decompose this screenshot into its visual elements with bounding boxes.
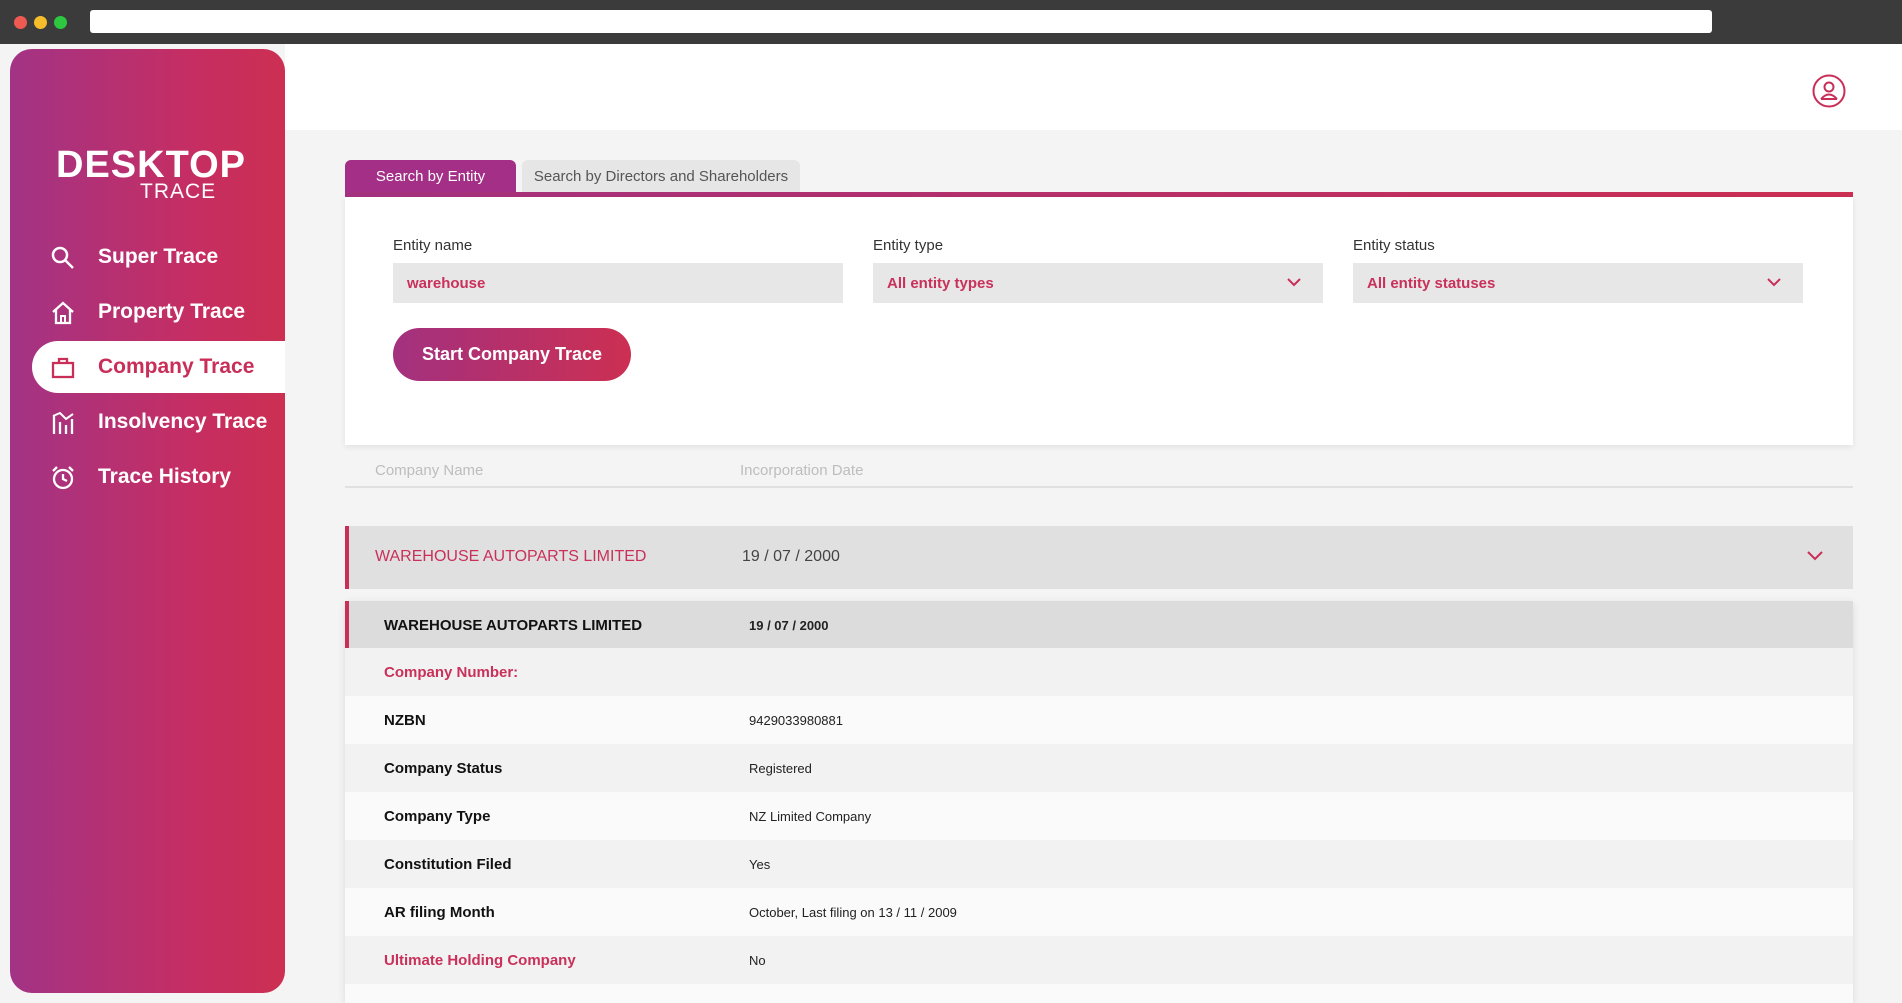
search-icon	[51, 246, 74, 269]
desktop-trace-logo[interactable]: DESKTOP TRACE	[56, 144, 246, 206]
sidebar: DESKTOP TRACE	[10, 49, 285, 993]
entity-name-input[interactable]: warehouse	[393, 263, 843, 303]
sidebar-item-label: Property Trace	[98, 300, 246, 323]
search-form-card: Entity name warehouse Entity type All en…	[345, 197, 1853, 445]
entity-status-label: Entity status	[1353, 237, 1435, 254]
detail-key: Ultimate Holding Company	[384, 952, 576, 969]
entity-status-select[interactable]: All entity statuses	[1353, 263, 1803, 303]
sidebar-item-label: Insolvency Trace	[98, 410, 268, 433]
browser-chrome	[0, 0, 1902, 44]
top-bar	[285, 44, 1902, 130]
detail-row-company-type: Company Type NZ Limited Company	[345, 792, 1853, 840]
tab-search-by-entity[interactable]: Search by Entity	[345, 160, 516, 192]
detail-row-empty	[345, 984, 1853, 1003]
close-window-dot[interactable]	[14, 16, 27, 29]
detail-header-row: WAREHOUSE AUTOPARTS LIMITED 19 / 07 / 20…	[345, 601, 1853, 648]
sidebar-item-label: Super Trace	[98, 245, 219, 268]
detail-row-ultimate-holding-company: Ultimate Holding Company No	[345, 936, 1853, 984]
detail-key: Company Status	[384, 760, 503, 777]
detail-key: AR filing Month	[384, 904, 495, 921]
entity-name-label: Entity name	[393, 237, 473, 254]
header-divider	[345, 486, 1853, 488]
detail-row-constitution-filed: Constitution Filed Yes	[345, 840, 1853, 888]
tab-label: Search by Entity	[375, 168, 486, 185]
detail-row-company-status: Company Status Registered	[345, 744, 1853, 792]
sidebar-item-property-trace[interactable]: Property Trace	[32, 286, 285, 338]
detail-value: Yes	[749, 857, 771, 872]
detail-value: 9429033980881	[749, 713, 843, 728]
sidebar-item-label: Company Trace	[98, 355, 255, 378]
address-bar[interactable]	[90, 10, 1712, 33]
chevron-down-icon	[1767, 278, 1781, 287]
tab-search-by-directors[interactable]: Search by Directors and Shareholders	[522, 160, 800, 192]
minimize-window-dot[interactable]	[34, 16, 47, 29]
sidebar-item-insolvency-trace[interactable]: Insolvency Trace	[32, 396, 285, 448]
entity-type-label: Entity type	[873, 237, 944, 254]
detail-row-nzbn: NZBN 9429033980881	[345, 696, 1853, 744]
home-icon	[52, 301, 74, 325]
detail-row-ar-filing-month: AR filing Month October, Last filing on …	[345, 888, 1853, 936]
sidebar-item-company-trace[interactable]: Company Trace	[32, 341, 285, 393]
entity-status-value: All entity statuses	[1367, 275, 1496, 292]
detail-key: Constitution Filed	[384, 856, 512, 873]
alarm-clock-icon	[52, 466, 74, 490]
result-company-name: WAREHOUSE AUTOPARTS LIMITED	[375, 548, 647, 565]
app-page: DESKTOP TRACE Super Trace Property Trace…	[0, 44, 1902, 1003]
detail-value: October, Last filing on 13 / 11 / 2009	[749, 905, 957, 920]
chart-icon	[52, 411, 74, 434]
sidebar-item-label: Trace History	[98, 465, 232, 488]
detail-key: Company Type	[384, 808, 491, 825]
entity-type-value: All entity types	[887, 275, 994, 292]
detail-value: NZ Limited Company	[749, 809, 872, 824]
detail-value: No	[749, 953, 766, 968]
entity-type-select[interactable]: All entity types	[873, 263, 1323, 303]
sidebar-item-super-trace[interactable]: Super Trace	[32, 231, 285, 283]
chevron-down-icon[interactable]	[1807, 547, 1823, 563]
logo-line2: TRACE	[140, 180, 217, 203]
sidebar-item-trace-history[interactable]: Trace History	[32, 451, 285, 503]
detail-date: 19 / 07 / 2000	[749, 618, 829, 633]
detail-company-name: WAREHOUSE AUTOPARTS LIMITED	[384, 617, 643, 634]
column-header-incorporation-date[interactable]: Incorporation Date	[740, 462, 863, 479]
chevron-down-icon	[1287, 278, 1301, 287]
detail-key: NZBN	[384, 712, 426, 729]
column-header-company-name[interactable]: Company Name	[375, 462, 483, 479]
entity-name-value: warehouse	[407, 275, 486, 292]
result-row[interactable]: WAREHOUSE AUTOPARTS LIMITED 19 / 07 / 20…	[345, 526, 1853, 589]
result-incorporation-date: 19 / 07 / 2000	[742, 548, 840, 565]
tab-label: Search by Directors and Shareholders	[533, 168, 789, 185]
maximize-window-dot[interactable]	[54, 16, 67, 29]
user-icon[interactable]	[1812, 74, 1846, 108]
detail-key: Company Number:	[384, 664, 519, 681]
briefcase-icon	[51, 357, 75, 379]
detail-row-company-number: Company Number:	[345, 648, 1853, 696]
detail-value: Registered	[749, 761, 812, 776]
start-company-trace-button[interactable]: Start Company Trace	[393, 328, 631, 381]
company-detail-panel: WAREHOUSE AUTOPARTS LIMITED 19 / 07 / 20…	[345, 601, 1853, 1003]
